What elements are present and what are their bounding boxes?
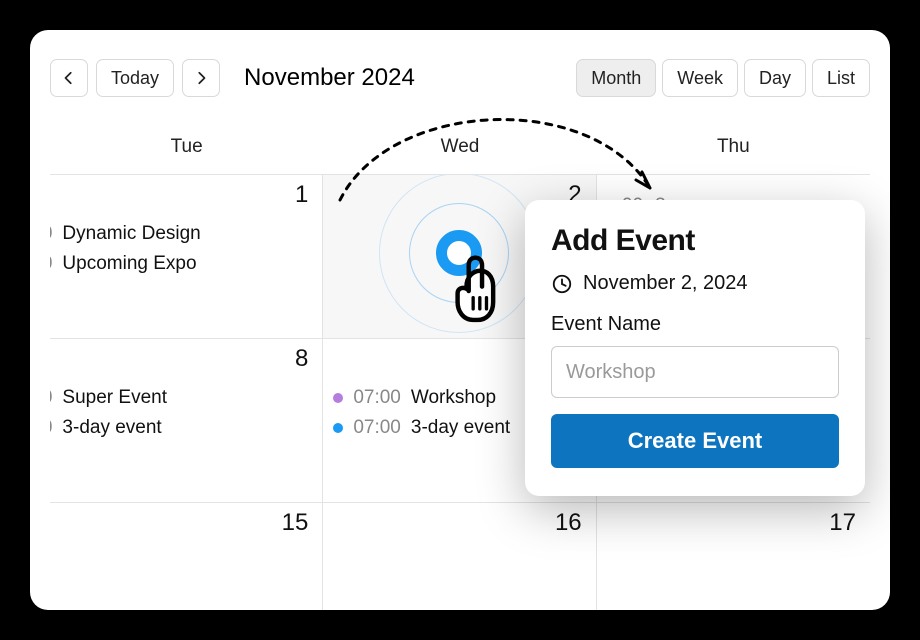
view-month[interactable]: Month <box>576 59 656 97</box>
event-time: :00 <box>50 223 52 245</box>
date-number: 17 <box>607 509 858 537</box>
event-time: 07:00 <box>353 417 401 439</box>
day-header-thu: Thu <box>597 126 870 174</box>
event-name: Dynamic Design <box>62 223 200 245</box>
chevron-left-icon <box>62 71 76 85</box>
popup-title: Add Event <box>551 224 839 258</box>
toolbar: Today November 2024 Month Week Day List <box>50 56 870 100</box>
event-name: Workshop <box>411 387 496 409</box>
date-number: 15 <box>60 509 310 537</box>
pointer-cursor-icon <box>447 247 519 327</box>
event-time: :00 <box>50 417 52 439</box>
event-row[interactable]: :00 Upcoming Expo <box>60 249 310 279</box>
add-event-popup: Add Event November 2, 2024 Event Name Cr… <box>525 200 865 496</box>
popup-date: November 2, 2024 <box>583 272 748 295</box>
day-cell-15[interactable]: 15 <box>50 502 323 610</box>
day-header-tue: Tue <box>50 126 323 174</box>
today-button[interactable]: Today <box>96 59 174 97</box>
day-cell-16[interactable]: 16 <box>323 502 596 610</box>
day-cell-17[interactable]: 17 <box>597 502 870 610</box>
event-name-label: Event Name <box>551 313 839 336</box>
event-name-input[interactable] <box>551 346 839 398</box>
view-switcher: Month Week Day List <box>576 59 870 97</box>
event-name: 3-day event <box>62 417 161 439</box>
pulse-core-icon <box>436 230 482 276</box>
event-name: Upcoming Expo <box>62 253 196 275</box>
month-title: November 2024 <box>244 64 415 92</box>
event-name: 3-day event <box>411 417 510 439</box>
chevron-right-icon <box>194 71 208 85</box>
event-row[interactable]: :00 Dynamic Design <box>60 219 310 249</box>
day-cell-1[interactable]: 1 :00 Dynamic Design :00 Upcoming Expo <box>50 174 323 338</box>
day-cell-8[interactable]: 8 :00 Super Event :00 3-day event <box>50 338 323 502</box>
event-dot-icon <box>333 423 343 433</box>
clock-icon <box>551 273 573 295</box>
event-dot-icon <box>333 393 343 403</box>
create-event-button[interactable]: Create Event <box>551 414 839 468</box>
date-number: 16 <box>333 509 583 537</box>
event-row[interactable]: :00 3-day event <box>60 413 310 443</box>
event-row[interactable]: :00 Super Event <box>60 383 310 413</box>
event-name: Super Event <box>62 387 167 409</box>
next-button[interactable] <box>182 59 220 97</box>
event-time: :00 <box>50 387 52 409</box>
event-time: :00 <box>50 253 52 275</box>
prev-button[interactable] <box>50 59 88 97</box>
view-day[interactable]: Day <box>744 59 806 97</box>
date-number: 1 <box>60 181 310 209</box>
day-header-wed: Wed <box>323 126 596 174</box>
calendar-frame: Today November 2024 Month Week Day List … <box>30 30 890 610</box>
view-list[interactable]: List <box>812 59 870 97</box>
date-number: 8 <box>60 345 310 373</box>
event-time: 07:00 <box>353 387 401 409</box>
view-week[interactable]: Week <box>662 59 738 97</box>
